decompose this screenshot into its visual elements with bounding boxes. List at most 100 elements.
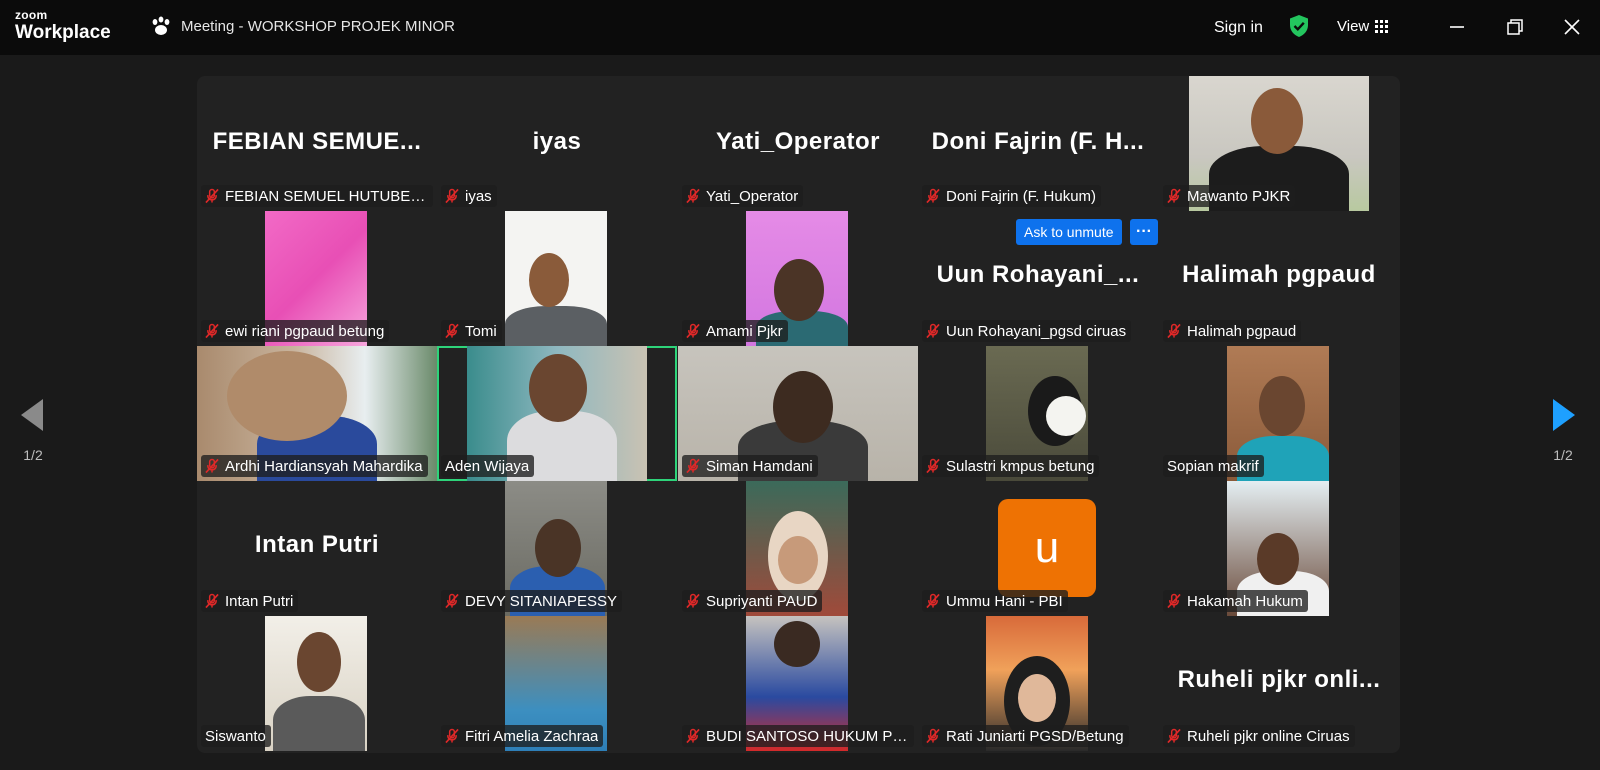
participant-name: Siman Hamdani <box>706 457 813 475</box>
chevron-right-icon <box>1553 399 1575 431</box>
participant-video <box>265 616 367 751</box>
title-bar: zoom Workplace Meeting - WORKSHOP PROJEK… <box>0 0 1600 55</box>
participant-name-tag: Yati_Operator <box>682 185 804 207</box>
participant-tile[interactable]: FEBIAN SEMUE... FEBIAN SEMUEL HUTUBESSY <box>197 76 437 211</box>
participant-name-tag: Mawanto PJKR <box>1163 185 1296 207</box>
participant-name-tag: Ummu Hani - PBI <box>922 590 1068 612</box>
participant-name-tag: Rati Juniarti PGSD/Betung <box>922 725 1129 747</box>
muted-mic-icon <box>1167 593 1181 609</box>
muted-mic-icon <box>926 458 940 474</box>
participant-tile[interactable]: Ardhi Hardiansyah Mahardika <box>197 346 437 481</box>
participant-tile[interactable]: Halimah pgpaud Halimah pgpaud <box>1159 211 1399 346</box>
participant-tile[interactable]: iyas iyas <box>437 76 677 211</box>
participant-tile[interactable]: Amami Pjkr <box>678 211 918 346</box>
participant-tile[interactable]: Supriyanti PAUD <box>678 481 918 616</box>
participant-name-tag: Ardhi Hardiansyah Mahardika <box>201 455 428 477</box>
participant-tile[interactable]: Intan Putri Intan Putri <box>197 481 437 616</box>
participant-tile[interactable]: Sulastri kmpus betung <box>918 346 1158 481</box>
logo-line1: zoom <box>15 8 48 22</box>
participant-tile[interactable]: ewi riani pgpaud betung <box>197 211 437 346</box>
participant-name: Aden Wijaya <box>445 457 530 475</box>
participant-name: Ruheli pjkr online Ciruas <box>1187 727 1350 745</box>
participant-name: BUDI SANTOSO HUKUM Pen... <box>706 727 909 745</box>
participant-tile[interactable]: Mawanto PJKR <box>1159 76 1399 211</box>
participant-name-tag: Aden Wijaya <box>441 455 535 477</box>
muted-mic-icon <box>445 188 459 204</box>
participant-tile[interactable]: Doni Fajrin (F. H... Doni Fajrin (F. Huk… <box>918 76 1158 211</box>
participant-name: Amami Pjkr <box>706 322 783 340</box>
participant-name-tag: Sulastri kmpus betung <box>922 455 1100 477</box>
participant-tile[interactable]: BUDI SANTOSO HUKUM Pen... <box>678 616 918 751</box>
participant-name: Uun Rohayani_pgsd ciruas <box>946 322 1127 340</box>
participant-tile[interactable]: Yati_Operator Yati_Operator <box>678 76 918 211</box>
view-button[interactable]: View <box>1337 18 1389 35</box>
ask-to-unmute-button[interactable]: Ask to unmute <box>1016 219 1122 245</box>
close-icon[interactable] <box>1559 14 1585 40</box>
participant-name: Halimah pgpaud <box>1187 322 1297 340</box>
participant-name: Intan Putri <box>225 592 294 610</box>
previous-page-button[interactable]: 1/2 <box>13 395 53 463</box>
participant-name-tag: Sopian makrif <box>1163 455 1264 477</box>
participant-big-name: FEBIAN SEMUE... <box>212 128 422 155</box>
participant-name: Ummu Hani - PBI <box>946 592 1063 610</box>
participant-name: iyas <box>465 187 492 205</box>
participant-name-tag: Supriyanti PAUD <box>682 590 823 612</box>
participant-name: Rati Juniarti PGSD/Betung <box>946 727 1124 745</box>
more-options-button[interactable]: ··· <box>1130 219 1158 245</box>
restore-icon[interactable] <box>1502 14 1528 40</box>
participant-name-tag: DEVY SITANIAPESSY <box>441 590 622 612</box>
muted-mic-icon <box>1167 188 1181 204</box>
participant-name-tag: Hakamah Hukum <box>1163 590 1308 612</box>
page-indicator-right: 1/2 <box>1553 447 1573 463</box>
participant-name: Supriyanti PAUD <box>706 592 818 610</box>
muted-mic-icon <box>686 458 700 474</box>
gallery-view: FEBIAN SEMUE... FEBIAN SEMUEL HUTUBESSY … <box>197 76 1400 753</box>
participant-tile[interactable]: u Ummu Hani - PBI <box>918 481 1158 616</box>
grid-view-icon <box>1375 20 1389 33</box>
participant-name-tag: FEBIAN SEMUEL HUTUBESSY <box>201 185 433 207</box>
participant-tile[interactable]: Sopian makrif <box>1159 346 1399 481</box>
participant-name: Ardhi Hardiansyah Mahardika <box>225 457 423 475</box>
muted-mic-icon <box>686 593 700 609</box>
participant-big-name: Intan Putri <box>254 531 380 558</box>
participant-name-tag: Intan Putri <box>201 590 299 612</box>
active-speaker-tile[interactable]: Aden Wijaya <box>437 346 677 481</box>
participant-name-tag: ewi riani pgpaud betung <box>201 320 390 342</box>
logo-line2: Workplace <box>15 22 111 43</box>
muted-mic-icon <box>445 728 459 744</box>
participant-tile[interactable]: Tomi <box>437 211 677 346</box>
participant-big-name: Doni Fajrin (F. H... <box>931 128 1145 155</box>
participant-tile[interactable]: DEVY SITANIAPESSY <box>437 481 677 616</box>
muted-mic-icon <box>445 323 459 339</box>
participant-name-tag: Siman Hamdani <box>682 455 818 477</box>
participant-tile[interactable]: Rati Juniarti PGSD/Betung <box>918 616 1158 751</box>
participant-tile[interactable]: Ruheli pjkr onli... Ruheli pjkr online C… <box>1159 616 1399 751</box>
chevron-left-icon <box>21 399 43 431</box>
participant-big-name: Ruheli pjkr onli... <box>1177 666 1381 693</box>
participant-name-tag: Doni Fajrin (F. Hukum) <box>922 185 1102 207</box>
participant-big-name: Yati_Operator <box>716 128 880 155</box>
participant-name-tag: Uun Rohayani_pgsd ciruas <box>922 320 1132 342</box>
sign-in-button[interactable]: Sign in <box>1214 19 1263 37</box>
paw-icon <box>152 16 170 35</box>
next-page-button[interactable]: 1/2 <box>1543 395 1583 463</box>
participant-name-tag: Ruheli pjkr online Ciruas <box>1163 725 1355 747</box>
participant-tile[interactable]: Hakamah Hukum <box>1159 481 1399 616</box>
minimize-icon[interactable] <box>1444 14 1470 40</box>
participant-name: Doni Fajrin (F. Hukum) <box>946 187 1097 205</box>
participant-tile[interactable]: Siman Hamdani <box>678 346 918 481</box>
muted-mic-icon <box>1167 728 1181 744</box>
participant-name: Siswanto <box>205 727 266 745</box>
participant-big-name: Halimah pgpaud <box>1182 261 1376 288</box>
participant-name: ewi riani pgpaud betung <box>225 322 385 340</box>
participant-tile[interactable]: Siswanto <box>197 616 437 751</box>
security-shield-icon[interactable] <box>1288 14 1310 38</box>
muted-mic-icon <box>686 323 700 339</box>
window-title: Meeting - WORKSHOP PROJEK MINOR <box>181 18 455 35</box>
zoom-logo: zoom Workplace <box>15 9 111 42</box>
participant-tile[interactable]: Fitri Amelia Zachraa <box>437 616 677 751</box>
participant-video <box>505 211 607 346</box>
participant-name-tag: iyas <box>441 185 497 207</box>
participant-name-tag: Amami Pjkr <box>682 320 788 342</box>
participant-big-name: iyas <box>532 128 582 155</box>
